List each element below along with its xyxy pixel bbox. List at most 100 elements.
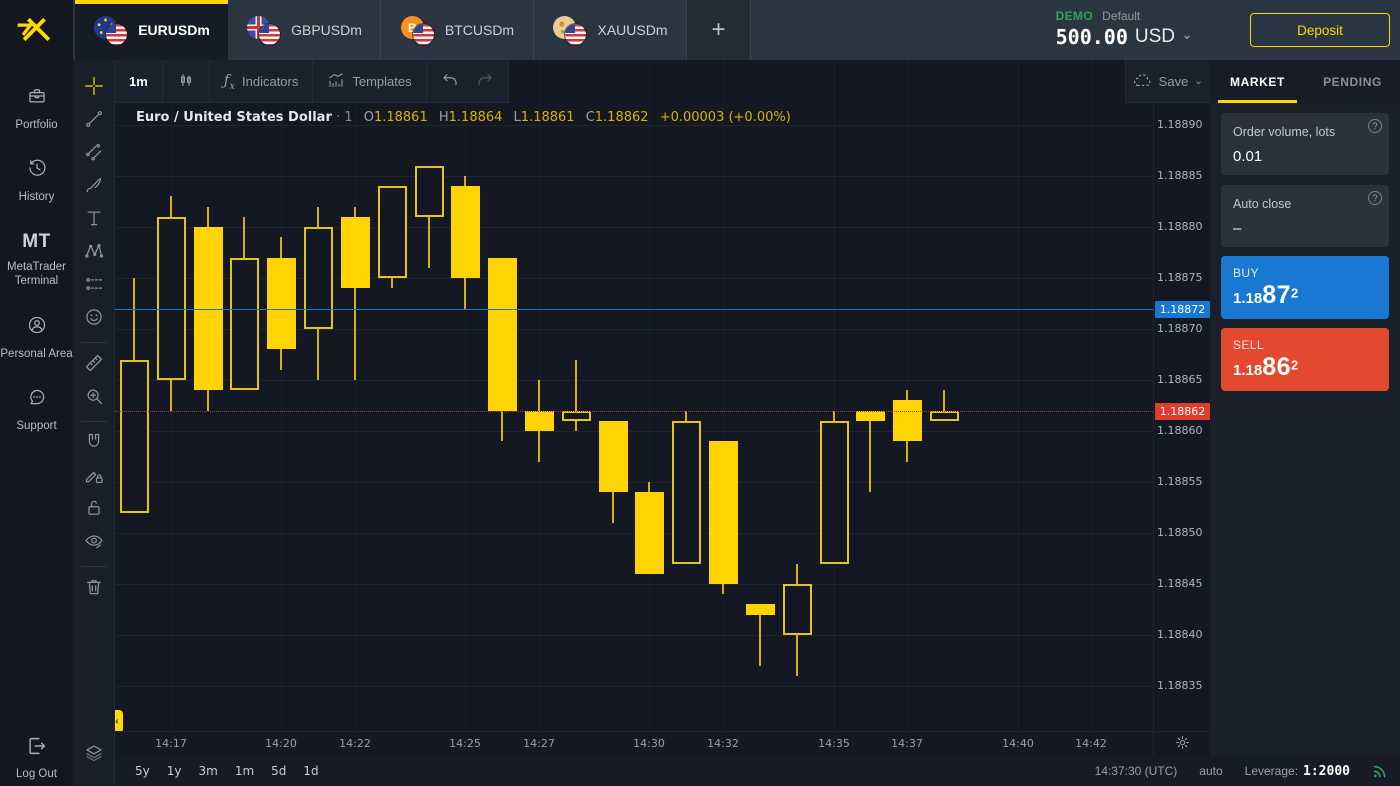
sidebar-item-portfolio[interactable]: Portfolio: [0, 86, 73, 132]
horizontal-gridline: [115, 431, 1153, 432]
sidebar-item-metatrader-terminal[interactable]: MTMetaTrader Terminal: [0, 231, 73, 289]
hide-drawings-tool-button[interactable]: [78, 527, 110, 559]
candle-wick-high: [243, 217, 245, 258]
order-tab-pending[interactable]: PENDING: [1305, 60, 1400, 103]
candle-wick-high: [575, 360, 577, 411]
lock-tool-button[interactable]: [78, 494, 110, 526]
auto-close-value[interactable]: –: [1233, 220, 1377, 237]
candle-wick-low: [612, 492, 614, 523]
ruler-tool-button[interactable]: [78, 349, 110, 381]
sidebar-item-personal-area[interactable]: Personal Area: [0, 315, 73, 361]
candle-14:20-bear: [267, 258, 296, 349]
crosshair-tool-button[interactable]: [78, 72, 110, 104]
order-panel: MARKETPENDING Order volume, lots 0.01 ? …: [1210, 60, 1400, 756]
symbol-tab-gbpusdm[interactable]: GBPUSDm: [228, 0, 381, 60]
candle-14:19-bull: [230, 258, 259, 390]
symbol-tab-eurusdm[interactable]: EURUSDm: [75, 0, 228, 60]
object-tree-button[interactable]: [78, 739, 110, 771]
magnet-tool-button[interactable]: [78, 428, 110, 460]
range-button-1m[interactable]: 1m: [235, 764, 254, 778]
undo-button[interactable]: [427, 60, 509, 103]
candle-wick-high: [685, 411, 687, 421]
exness-logo[interactable]: [0, 0, 73, 60]
crosshair-icon: [84, 76, 104, 101]
symbol-tab-xauusdm[interactable]: XAUUSDm: [534, 0, 687, 60]
trading-terminal: Portfolio History MTMetaTrader Terminal Per…: [0, 0, 1400, 786]
price-axis-label: 1.18865: [1157, 373, 1209, 387]
sidebar-item-history[interactable]: History: [0, 158, 73, 204]
support-icon: [27, 387, 47, 412]
timeframe-button[interactable]: 1m: [115, 60, 163, 103]
price-axis-label: 1.18880: [1157, 220, 1209, 234]
chart-plot-area[interactable]: Euro / United States Dollar · 1 O1.18861…: [115, 60, 1210, 731]
help-icon[interactable]: ?: [1368, 119, 1382, 133]
leverage-value: 1:2000: [1303, 764, 1350, 779]
bid-price-line: [115, 411, 1153, 412]
help-icon[interactable]: ?: [1368, 191, 1382, 205]
brush-tool-button[interactable]: [78, 171, 110, 203]
order-panel-tabs: MARKETPENDING: [1210, 60, 1400, 103]
redo-icon[interactable]: [476, 71, 494, 92]
order-tab-market[interactable]: MARKET: [1210, 60, 1305, 103]
save-layout-button[interactable]: Save: [1125, 60, 1210, 103]
range-button-3m[interactable]: 3m: [199, 764, 218, 778]
drawing-lock-tool-button[interactable]: [78, 461, 110, 493]
vertical-gridline: [1018, 60, 1019, 731]
candle-14:31-bull: [672, 421, 701, 564]
range-button-1d[interactable]: 1d: [303, 764, 318, 778]
account-currency: USD: [1135, 26, 1175, 48]
add-symbol-tab-button[interactable]: +: [687, 0, 751, 60]
logout-button[interactable]: Log Out: [0, 735, 73, 780]
price-axis-label: 1.18890: [1157, 118, 1209, 132]
range-button-5d[interactable]: 5d: [271, 764, 286, 778]
chart-region: Euro / United States Dollar · 1 O1.18861…: [115, 60, 1210, 786]
order-volume-value[interactable]: 0.01: [1233, 148, 1377, 165]
symbol-tab-btcusdm[interactable]: B BTCUSDm: [381, 0, 534, 60]
candle-14:26-bear: [488, 258, 517, 411]
chart-settings-button[interactable]: [1153, 732, 1210, 757]
vertical-gridline: [281, 60, 282, 731]
forecast-tool-button[interactable]: [78, 270, 110, 302]
timezone-auto-button[interactable]: auto: [1199, 764, 1222, 778]
time-axis[interactable]: 14:1714:2014:2214:2514:2714:3014:3214:35…: [115, 731, 1210, 756]
range-button-1y[interactable]: 1y: [167, 764, 182, 778]
multi-line-tool-button[interactable]: [78, 138, 110, 170]
horizontal-gridline: [115, 176, 1153, 177]
sidebar-item-label: Support: [16, 419, 56, 433]
auto-close-card[interactable]: Auto close – ?: [1221, 185, 1389, 247]
candle-wick-low: [538, 431, 540, 462]
candle-style-button[interactable]: [163, 60, 210, 103]
vertical-gridline: [1091, 60, 1092, 731]
candle-wick-low: [906, 441, 908, 462]
symbol-tabs: EURUSDm GBPUSDm B BTCUSDm XAUUSDm+: [75, 0, 751, 60]
close-prefix: C: [586, 110, 595, 125]
indicators-button[interactable]: ƒx Indicators: [210, 60, 314, 103]
vertical-gridline: [355, 60, 356, 731]
emoji-tool-button[interactable]: [78, 303, 110, 335]
symbol-tab-label: GBPUSDm: [291, 22, 362, 38]
account-switcher[interactable]: DEMO Default 500.00 USD: [1056, 9, 1192, 49]
order-volume-card[interactable]: Order volume, lots 0.01 ?: [1221, 113, 1389, 175]
templates-button[interactable]: Templates: [313, 60, 426, 103]
trend-line-tool-button[interactable]: [78, 105, 110, 137]
auto-close-label: Auto close: [1233, 197, 1377, 211]
vertical-gridline: [723, 60, 724, 731]
candle-wick-low: [391, 278, 393, 288]
trash-icon: [84, 577, 104, 602]
candle-14:17-bull: [157, 217, 186, 380]
zoom-in-tool-button[interactable]: [78, 382, 110, 414]
text-tool-button[interactable]: [78, 204, 110, 236]
trash-tool-button[interactable]: [78, 573, 110, 605]
buy-button[interactable]: BUY 1.18872: [1221, 256, 1389, 319]
briefcase-icon: [27, 86, 47, 111]
sell-button[interactable]: SELL 1.18862: [1221, 328, 1389, 391]
zoom-in-icon: [84, 386, 104, 411]
range-button-5y[interactable]: 5y: [135, 764, 150, 778]
magnet-icon: [84, 432, 104, 457]
sidebar-item-support[interactable]: Support: [0, 387, 73, 433]
deposit-button[interactable]: Deposit: [1250, 13, 1390, 47]
chart-toolbar: 1m ƒx Indicators Templates: [115, 60, 509, 103]
close-value: 1.18862: [595, 110, 649, 125]
toolbar-collapse-handle[interactable]: ‹: [115, 710, 123, 731]
pattern-tool-button[interactable]: [78, 237, 110, 269]
